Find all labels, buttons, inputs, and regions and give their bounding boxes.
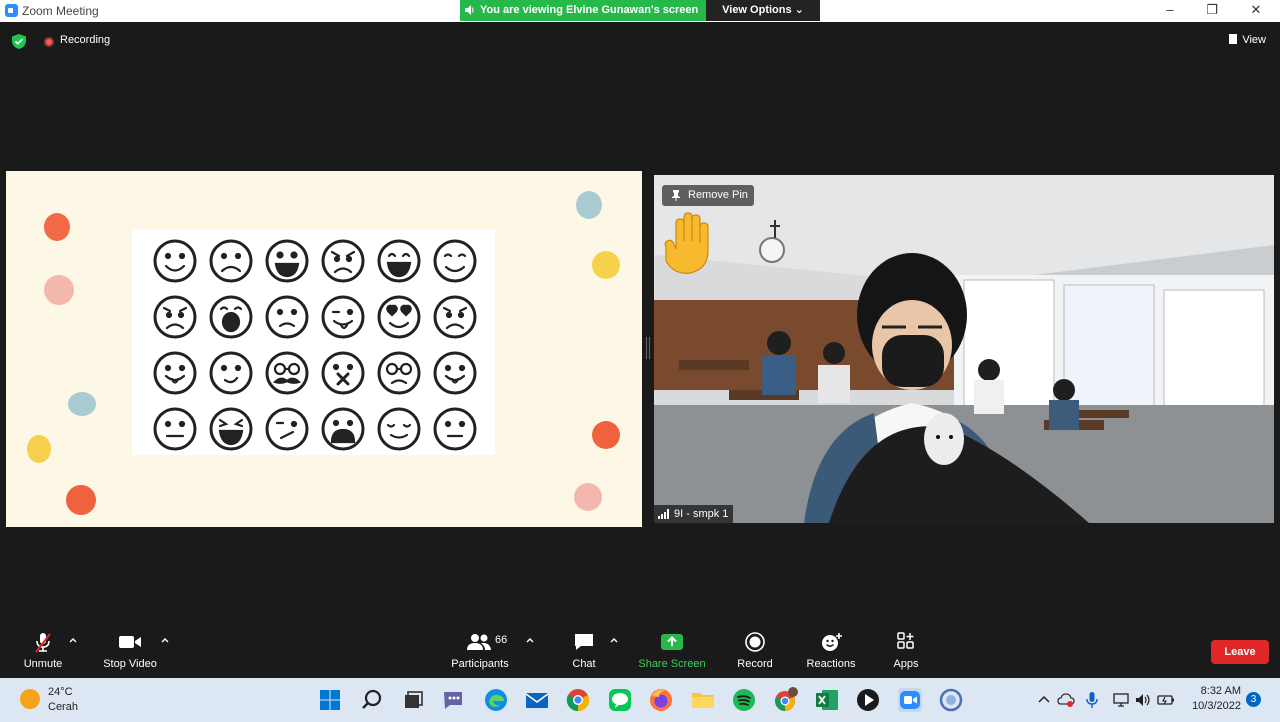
participant-name: 9I - smpk 1 <box>674 508 729 520</box>
clock-date[interactable]: 10/3/2022 <box>1187 700 1241 712</box>
unmute-button[interactable]: Unmute <box>16 626 70 678</box>
decorative-blob <box>66 485 96 515</box>
participants-label: Participants <box>451 658 509 670</box>
stop-video-label: Stop Video <box>103 658 157 670</box>
maximize-button[interactable]: ❐ <box>1192 1 1232 21</box>
stop-video-button[interactable]: Stop Video <box>100 626 160 678</box>
record-icon <box>745 632 765 652</box>
classroom-video-frame <box>654 175 1274 523</box>
recording-indicator-icon <box>44 37 54 47</box>
decorative-blob <box>68 392 96 416</box>
minimize-button[interactable]: – <box>1150 1 1190 21</box>
remove-pin-label: Remove Pin <box>688 189 748 201</box>
share-screen-button[interactable]: Share Screen <box>636 626 708 678</box>
apps-label: Apps <box>893 658 919 670</box>
windows-start-icon[interactable] <box>316 686 344 714</box>
share-screen-label: Share Screen <box>638 658 706 670</box>
firefox-icon[interactable] <box>647 686 675 714</box>
apps-button[interactable]: Apps <box>888 626 924 678</box>
video-camera-icon <box>119 636 141 648</box>
signal-strength-icon <box>658 509 669 519</box>
participant-name-tag: 9I - smpk 1 <box>654 505 734 523</box>
share-screen-icon <box>661 634 683 650</box>
weather-condition[interactable]: Cerah <box>48 701 78 713</box>
apps-icon <box>897 632 914 649</box>
mail-icon[interactable] <box>523 686 551 714</box>
weather-temperature[interactable]: 24°C <box>48 686 73 698</box>
decorative-blob <box>574 483 602 511</box>
view-layout-icon <box>1229 34 1238 44</box>
speaker-icon <box>465 5 474 15</box>
zoom-icon[interactable] <box>896 686 924 714</box>
close-window-button[interactable]: ✕ <box>1236 1 1276 21</box>
record-button[interactable]: Record <box>733 626 777 678</box>
record-label: Record <box>737 658 773 670</box>
video-options-chevron-icon[interactable] <box>160 636 170 644</box>
decorative-blob <box>592 421 620 449</box>
volume-icon[interactable] <box>1134 691 1152 709</box>
meeting-controls-bar: Unmute Stop Video 66 Participants Chat S… <box>0 626 1280 678</box>
zoom-app-icon <box>5 4 18 17</box>
cloud-sync-icon[interactable] <box>1057 691 1075 709</box>
chat-button[interactable]: Chat <box>565 626 603 678</box>
window-title: Zoom Meeting <box>22 4 99 18</box>
participant-video[interactable]: Remove Pin 9I - smpk 1 <box>654 175 1274 523</box>
pin-icon <box>672 190 680 201</box>
notification-badge[interactable]: 3 <box>1246 692 1261 707</box>
microphone-icon[interactable] <box>1083 691 1101 709</box>
viewing-screen-label: You are viewing Elvine Gunawan's screen <box>460 0 706 21</box>
decorative-blob <box>44 213 70 241</box>
decorative-blob <box>44 275 74 305</box>
search-icon[interactable] <box>358 686 386 714</box>
panel-resize-handle[interactable] <box>646 337 650 359</box>
reactions-button[interactable]: Reactions <box>804 626 858 678</box>
reactions-smiley-icon <box>822 633 842 651</box>
security-shield-icon[interactable] <box>12 34 26 49</box>
chat-label: Chat <box>572 658 596 670</box>
decorative-blob <box>592 251 620 279</box>
app-icon[interactable] <box>937 686 965 714</box>
participants-count: 66 <box>495 634 508 646</box>
participants-button[interactable]: 66 Participants <box>446 626 514 678</box>
line-icon[interactable] <box>606 686 634 714</box>
screen-share-banner: You are viewing Elvine Gunawan's screen … <box>460 0 820 21</box>
edge-icon[interactable] <box>482 686 510 714</box>
participants-options-chevron-icon[interactable] <box>525 636 535 644</box>
muted-microphone-icon <box>35 633 51 653</box>
battery-icon[interactable] <box>1157 691 1175 709</box>
shared-screen <box>6 171 642 527</box>
media-player-icon[interactable] <box>854 686 882 714</box>
leave-button[interactable]: Leave <box>1211 640 1269 664</box>
meeting-topbar: Recording View <box>0 22 1280 60</box>
excel-icon[interactable] <box>813 686 841 714</box>
emoji-chart <box>132 230 495 455</box>
chat-options-chevron-icon[interactable] <box>609 636 619 644</box>
clock-time[interactable]: 8:32 AM <box>1195 685 1241 697</box>
chrome-profile-icon[interactable] <box>772 686 800 714</box>
raised-hand-icon <box>664 212 709 274</box>
view-label: View <box>1242 34 1266 46</box>
chrome-icon[interactable] <box>564 686 592 714</box>
participants-icon <box>467 634 491 650</box>
emoji-faces-grid <box>153 239 477 451</box>
network-icon[interactable] <box>1112 691 1130 709</box>
unmute-label: Unmute <box>23 658 63 670</box>
reactions-label: Reactions <box>806 658 856 670</box>
weather-sun-icon[interactable] <box>20 689 40 709</box>
task-view-icon[interactable] <box>399 686 427 714</box>
view-options-button[interactable]: View Options ⌄ <box>706 0 820 21</box>
decorative-blob <box>27 435 51 463</box>
view-button[interactable]: View <box>1229 34 1266 46</box>
file-explorer-icon[interactable] <box>689 686 717 714</box>
teams-chat-icon[interactable] <box>440 686 468 714</box>
spotify-icon[interactable] <box>730 686 758 714</box>
recording-label: Recording <box>60 34 111 46</box>
audio-options-chevron-icon[interactable] <box>68 636 78 644</box>
chevron-up-icon[interactable] <box>1035 691 1053 709</box>
decorative-blob <box>576 191 602 219</box>
viewing-screen-text: You are viewing Elvine Gunawan's screen <box>480 4 699 16</box>
remove-pin-button[interactable]: Remove Pin <box>662 185 754 206</box>
chat-bubble-icon <box>575 634 593 650</box>
windows-taskbar: 24°C Cerah 8:32 AM 10/3/2022 3 <box>0 678 1280 722</box>
